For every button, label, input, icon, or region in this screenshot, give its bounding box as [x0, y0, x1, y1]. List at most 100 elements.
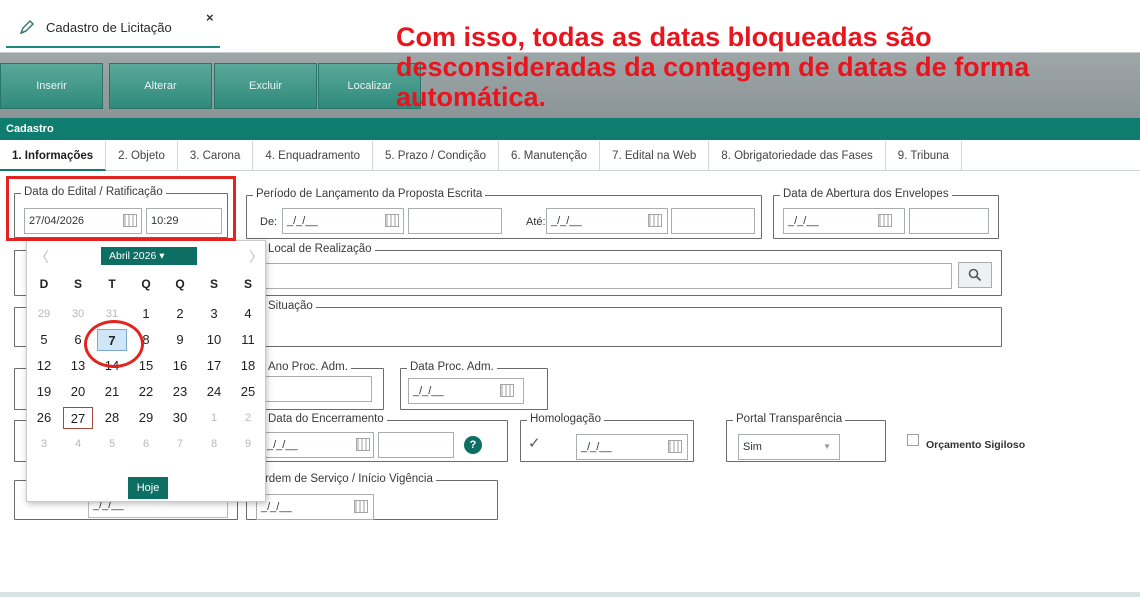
chevron-down-icon: ▼ [823, 442, 831, 451]
calendar-day[interactable]: 9 [233, 433, 263, 455]
calendar-icon[interactable] [648, 214, 662, 227]
calendar-icon[interactable] [878, 214, 892, 227]
close-icon[interactable]: × [206, 10, 214, 25]
today-button[interactable]: Hoje [128, 477, 168, 499]
annotation-text: Com isso, todas as datas bloqueadas são … [396, 22, 1030, 112]
calendar-day[interactable]: 1 [131, 303, 161, 325]
abertura-time[interactable] [909, 208, 989, 234]
help-icon[interactable]: ? [464, 436, 482, 454]
calendar-day[interactable]: 4 [63, 433, 93, 455]
prev-month-icon[interactable]: 〈 [35, 247, 49, 267]
encerramento-legend: Data do Encerramento [265, 413, 387, 425]
weekday-header: S [243, 277, 252, 291]
local-legend: Local de Realização [265, 243, 375, 255]
calendar-icon[interactable] [385, 214, 399, 227]
calendar-day[interactable]: 12 [29, 355, 59, 377]
calendar-day[interactable]: 29 [131, 407, 161, 429]
section-title: Cadastro [0, 118, 1140, 140]
tab-carona[interactable]: 3. Carona [178, 141, 254, 171]
document-tab[interactable]: Cadastro de Licitação × [6, 8, 220, 48]
calendar-day[interactable]: 9 [165, 329, 195, 351]
calendar-day[interactable]: 6 [131, 433, 161, 455]
weekday-header: S [209, 277, 218, 291]
tab-enquadramento[interactable]: 4. Enquadramento [253, 141, 373, 171]
abertura-legend: Data de Abertura dos Envelopes [780, 188, 952, 200]
calendar-day[interactable]: 10 [199, 329, 229, 351]
tab-manutencao[interactable]: 6. Manutenção [499, 141, 601, 171]
weekday-header: S [73, 277, 82, 291]
next-month-icon[interactable]: 〉 [249, 247, 263, 267]
highlight-box [6, 176, 236, 241]
delete-button[interactable]: Excluir [214, 63, 317, 109]
calendar-day[interactable]: 3 [29, 433, 59, 455]
calendar-day[interactable]: 30 [63, 303, 93, 325]
calendar-day[interactable]: 28 [97, 407, 127, 429]
local-input[interactable] [252, 263, 952, 289]
calendar-day[interactable]: 26 [29, 407, 59, 429]
homologacao-legend: Homologação [527, 413, 604, 425]
calendar-icon[interactable] [500, 384, 514, 397]
calendar-day[interactable]: 8 [199, 433, 229, 455]
calendar-icon[interactable] [354, 500, 368, 513]
calendar-icon[interactable] [668, 440, 682, 453]
de-label: De: [260, 216, 278, 228]
tab-tribuna[interactable]: 9. Tribuna [886, 141, 962, 171]
tab-prazo-condicao[interactable]: 5. Prazo / Condição [373, 141, 499, 171]
tab-informacoes[interactable]: 1. Informações [0, 141, 107, 171]
calendar-day[interactable]: 2 [165, 303, 195, 325]
tab-objeto[interactable]: 2. Objeto [106, 141, 178, 171]
calendar-day[interactable]: 16 [165, 355, 195, 377]
proposta-de-time[interactable] [408, 208, 502, 234]
insert-button[interactable]: Inserir [0, 63, 103, 109]
tab-edital-web[interactable]: 7. Edital na Web [600, 141, 710, 171]
ano-proc-legend: Ano Proc. Adm. [265, 361, 351, 373]
orcamento-sigiloso-checkbox[interactable] [907, 434, 919, 446]
calendar-day[interactable]: 22 [131, 381, 161, 403]
calendar-day[interactable]: 20 [63, 381, 93, 403]
calendar-day[interactable]: 4 [233, 303, 263, 325]
proposta-legend: Período de Lançamento da Proposta Escrit… [253, 188, 486, 200]
portal-select[interactable]: Sim ▼ [738, 434, 840, 460]
encerramento-time[interactable] [378, 432, 454, 458]
date-picker: 〈 Abril 2026 ▾ 〉 DSTQQSS 29 30 31 1 2 3 4 5 6 7 8 9… [26, 240, 266, 502]
calendar-day[interactable]: 19 [29, 381, 59, 403]
calendar-day[interactable]: 1 [199, 407, 229, 429]
form-tabs: 1. Informações 2. Objeto 3. Carona 4. En… [0, 141, 1140, 171]
calendar-day[interactable]: 5 [97, 433, 127, 455]
calendar-day[interactable]: 18 [233, 355, 263, 377]
calendar-day[interactable]: 5 [29, 329, 59, 351]
calendar-icon[interactable] [356, 438, 370, 451]
weekday-header: T [108, 277, 116, 291]
calendar-day[interactable]: 2 [233, 407, 263, 429]
calendar-day[interactable]: 30 [165, 407, 195, 429]
calendar-day[interactable]: 23 [165, 381, 195, 403]
calendar-day[interactable]: 17 [199, 355, 229, 377]
calendar-day[interactable]: 21 [97, 381, 127, 403]
weekday-header: Q [141, 277, 151, 291]
month-selector[interactable]: Abril 2026 ▾ [101, 247, 197, 265]
calendar-day[interactable]: 25 [233, 381, 263, 403]
calendar-day[interactable]: 11 [233, 329, 263, 351]
calendar-day[interactable]: 7 [165, 433, 195, 455]
data-proc-legend: Data Proc. Adm. [407, 361, 497, 373]
pen-icon [16, 16, 38, 38]
portal-legend: Portal Transparência [733, 413, 846, 425]
ate-label: Até: [526, 216, 546, 228]
search-icon [968, 268, 982, 282]
document-tab-label: Cadastro de Licitação [46, 19, 172, 35]
ordem-legend: Ordem de Serviço / Início Vigência [253, 473, 436, 485]
situacao-legend: Situação [265, 300, 316, 312]
tab-obrigatoriedade-fases[interactable]: 8. Obrigatoriedade das Fases [709, 141, 886, 171]
weekday-header: D [39, 277, 49, 291]
calendar-day[interactable]: 27 [63, 407, 93, 429]
calendar-day[interactable]: 24 [199, 381, 229, 403]
calendar-day[interactable]: 3 [199, 303, 229, 325]
weekday-header: Q [175, 277, 185, 291]
edit-button[interactable]: Alterar [109, 63, 212, 109]
ano-proc-input[interactable] [262, 376, 372, 402]
calendar-day[interactable]: 13 [63, 355, 93, 377]
calendar-day[interactable]: 29 [29, 303, 59, 325]
homologacao-check-icon[interactable]: ✓ [528, 434, 541, 452]
search-button[interactable] [958, 262, 992, 288]
proposta-ate-time[interactable] [671, 208, 755, 234]
